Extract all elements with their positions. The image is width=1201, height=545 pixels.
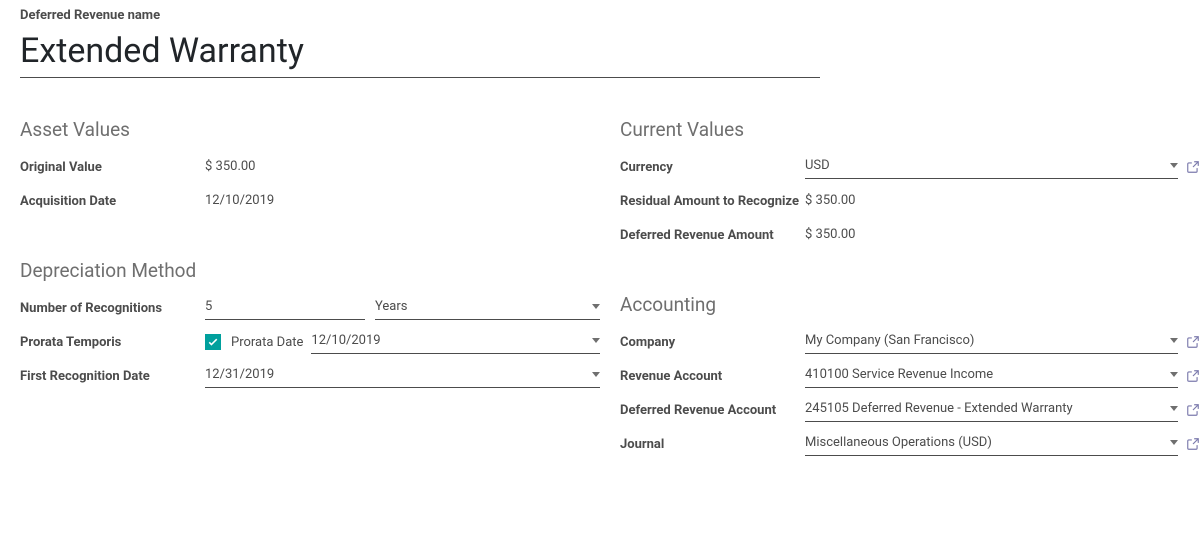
chevron-down-icon (1170, 406, 1178, 411)
revenue-account-text: 410100 Service Revenue Income (805, 367, 1164, 382)
chevron-down-icon (1170, 338, 1178, 343)
deferred-revenue-account-text: 245105 Deferred Revenue - Extended Warra… (805, 401, 1164, 416)
recognitions-unit-select[interactable]: Years (375, 296, 600, 320)
first-recognition-date-text: 12/31/2019 (205, 367, 586, 382)
original-value: $ 350.00 (205, 155, 600, 174)
chevron-down-icon (1170, 440, 1178, 445)
recognitions-label: Number of Recognitions (20, 296, 205, 318)
name-field-label: Deferred Revenue name (20, 0, 1181, 23)
prorata-date-input[interactable]: 12/10/2019 (311, 330, 600, 354)
current-values-section: Current Values Currency USD Residual Amo… (620, 118, 1200, 249)
first-recognition-date-input[interactable]: 12/31/2019 (205, 364, 600, 388)
chevron-down-icon (1170, 163, 1178, 168)
asset-values-heading: Asset Values (20, 118, 600, 141)
external-link-icon[interactable] (1186, 335, 1200, 349)
external-link-icon[interactable] (1186, 160, 1200, 174)
company-label: Company (620, 330, 805, 352)
chevron-down-icon (1170, 372, 1178, 377)
name-input[interactable] (20, 29, 820, 78)
residual-amount: $ 350.00 (805, 189, 1200, 208)
check-icon (208, 337, 218, 347)
accounting-section: Accounting Company My Company (San Franc… (620, 293, 1200, 458)
deferred-amount-label: Deferred Revenue Amount (620, 223, 805, 245)
recognitions-count-input[interactable] (205, 296, 365, 320)
external-link-icon[interactable] (1186, 369, 1200, 383)
chevron-down-icon (592, 338, 600, 343)
company-text: My Company (San Francisco) (805, 333, 1164, 348)
asset-values-section: Asset Values Original Value $ 350.00 Acq… (20, 118, 600, 215)
journal-label: Journal (620, 432, 805, 454)
currency-select[interactable]: USD (805, 155, 1178, 179)
prorata-date-text: 12/10/2019 (311, 333, 586, 348)
deferred-revenue-account-select[interactable]: 245105 Deferred Revenue - Extended Warra… (805, 398, 1178, 422)
original-value-label: Original Value (20, 155, 205, 177)
first-recognition-date-label: First Recognition Date (20, 364, 205, 386)
depreciation-heading: Depreciation Method (20, 259, 600, 282)
journal-text: Miscellaneous Operations (USD) (805, 435, 1164, 450)
deferred-revenue-account-label: Deferred Revenue Account (620, 398, 805, 420)
residual-amount-label: Residual Amount to Recognize (620, 189, 805, 211)
current-values-heading: Current Values (620, 118, 1200, 141)
prorata-checkbox[interactable] (205, 334, 221, 350)
acquisition-date: 12/10/2019 (205, 189, 600, 208)
external-link-icon[interactable] (1186, 437, 1200, 451)
currency-label: Currency (620, 155, 805, 177)
accounting-heading: Accounting (620, 293, 1200, 316)
company-select[interactable]: My Company (San Francisco) (805, 330, 1178, 354)
chevron-down-icon (592, 304, 600, 309)
prorata-label: Prorata Temporis (20, 330, 205, 352)
currency-text: USD (805, 158, 1164, 173)
depreciation-section: Depreciation Method Number of Recognitio… (20, 259, 600, 390)
revenue-account-select[interactable]: 410100 Service Revenue Income (805, 364, 1178, 388)
journal-select[interactable]: Miscellaneous Operations (USD) (805, 432, 1178, 456)
external-link-icon[interactable] (1186, 403, 1200, 417)
prorata-date-label: Prorata Date (231, 335, 303, 350)
deferred-amount: $ 350.00 (805, 223, 1200, 242)
recognitions-unit-text: Years (375, 299, 586, 314)
revenue-account-label: Revenue Account (620, 364, 805, 386)
acquisition-date-label: Acquisition Date (20, 189, 205, 211)
chevron-down-icon (592, 372, 600, 377)
